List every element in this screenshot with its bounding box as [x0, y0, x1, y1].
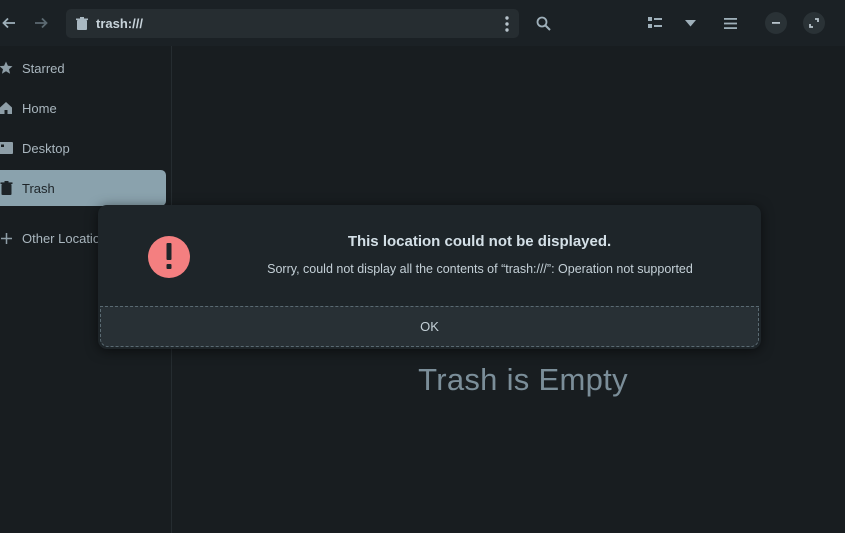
- chevron-down-icon: [684, 19, 696, 26]
- warning-icon: [148, 236, 190, 278]
- search-icon: [536, 16, 551, 31]
- sidebar-item-trash[interactable]: Trash: [0, 170, 166, 206]
- maximize-button[interactable]: [803, 12, 825, 34]
- home-icon: [0, 100, 14, 116]
- search-button[interactable]: [528, 8, 558, 38]
- plus-icon: [0, 230, 14, 246]
- error-dialog: This location could not be displayed. So…: [98, 205, 761, 349]
- sidebar-item-desktop[interactable]: Desktop: [0, 130, 166, 166]
- maximize-icon: [809, 18, 819, 28]
- dialog-title: This location could not be displayed.: [347, 233, 612, 250]
- arrow-left-icon: [2, 17, 15, 29]
- main-menu-button[interactable]: [715, 8, 745, 38]
- ok-button[interactable]: OK: [100, 306, 759, 347]
- sidebar-item-home[interactable]: Home: [0, 90, 166, 126]
- view-options-button[interactable]: [675, 8, 705, 38]
- hamburger-icon: [723, 17, 737, 29]
- trash-icon: [0, 180, 14, 196]
- dialog-message: Sorry, could not display all the content…: [267, 262, 693, 276]
- sidebar-item-starred[interactable]: Starred: [0, 50, 166, 86]
- vertical-dots-icon[interactable]: [505, 16, 509, 32]
- sidebar-item-label: Trash: [22, 180, 55, 196]
- sidebar-item-label: Home: [22, 100, 57, 116]
- location-path: trash:///: [96, 16, 143, 31]
- trash-icon: [76, 16, 88, 30]
- arrow-right-icon: [35, 17, 48, 29]
- list-view-icon: [648, 17, 662, 28]
- location-bar[interactable]: trash:///: [66, 9, 519, 38]
- back-button[interactable]: [0, 8, 24, 38]
- sidebar-item-label: Desktop: [22, 140, 70, 156]
- minimize-button[interactable]: [765, 12, 787, 34]
- desktop-icon: [0, 140, 14, 156]
- sidebar-item-label: Starred: [22, 60, 65, 76]
- minimize-icon: [772, 22, 780, 24]
- star-icon: [0, 60, 14, 76]
- file-manager-window: trash:/// Starred Home Desktop Trash Oth…: [0, 0, 845, 533]
- empty-state-title: Trash is Empty: [418, 362, 628, 397]
- forward-button[interactable]: [26, 8, 56, 38]
- header-bar: trash:///: [0, 0, 845, 46]
- list-view-button[interactable]: [640, 8, 670, 38]
